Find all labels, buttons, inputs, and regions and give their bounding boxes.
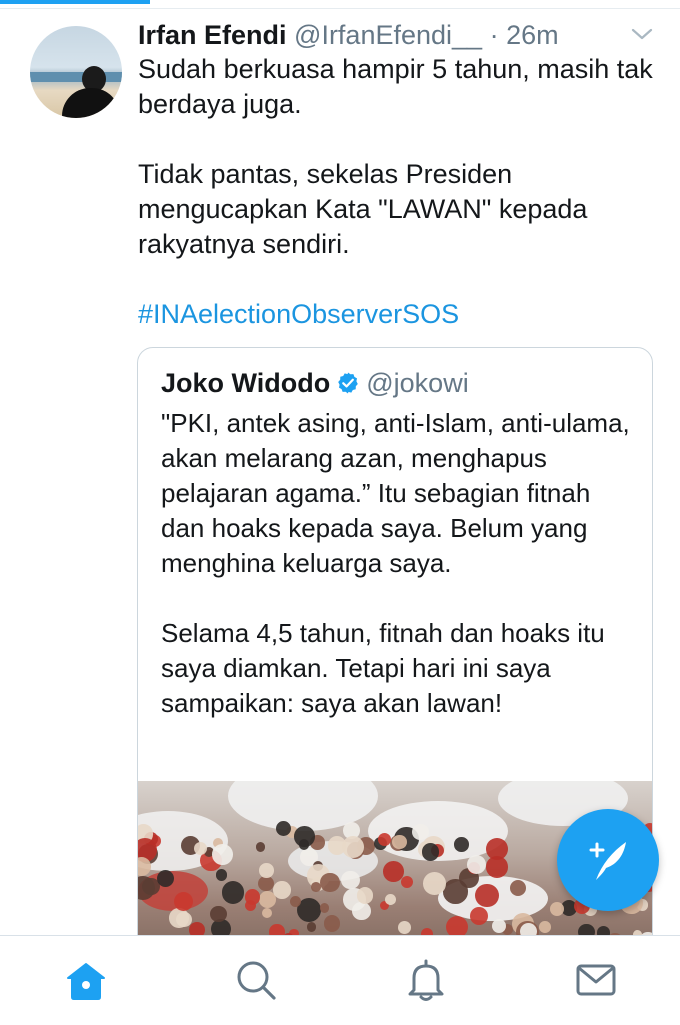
author-name[interactable]: Irfan Efendi bbox=[138, 20, 287, 50]
timestamp[interactable]: 26m bbox=[506, 20, 559, 50]
compose-tweet-button[interactable] bbox=[557, 809, 659, 911]
compose-tweet-icon bbox=[589, 842, 626, 880]
tweet-text: Sudah berkuasa hampir 5 tahun, masih tak… bbox=[138, 52, 658, 332]
author-handle[interactable]: @IrfanEfendi__ bbox=[294, 20, 482, 50]
progress-fill bbox=[0, 0, 150, 4]
top-progress-bar bbox=[0, 0, 680, 10]
messages-icon bbox=[576, 964, 616, 996]
hashtag-link[interactable]: #INAelectionObserverSOS bbox=[138, 297, 658, 332]
tweet-text-line: Sudah berkuasa hampir 5 tahun, masih tak… bbox=[138, 54, 653, 119]
notifications-icon bbox=[408, 959, 444, 1001]
quoted-paragraph-1: "PKI, antek asing, anti-Islam, anti-ulam… bbox=[161, 408, 630, 578]
tab-notifications[interactable] bbox=[402, 956, 450, 1004]
tab-home[interactable] bbox=[62, 956, 110, 1004]
tweet-text-line: Tidak pantas, sekelas Presiden mengucapk… bbox=[138, 159, 588, 259]
avatar[interactable] bbox=[30, 26, 122, 118]
tweet[interactable]: Irfan Efendi @IrfanEfendi__ · 26m Sudah … bbox=[0, 10, 680, 935]
chevron-down-icon[interactable] bbox=[630, 26, 654, 42]
quoted-author-name: Joko Widodo bbox=[161, 368, 331, 398]
home-icon bbox=[67, 963, 105, 1000]
tab-messages[interactable] bbox=[572, 956, 620, 1004]
separator: · bbox=[489, 20, 499, 50]
verified-badge-icon bbox=[338, 372, 359, 394]
bottom-tab-bar bbox=[0, 935, 680, 1025]
quoted-author-handle: @jokowi bbox=[366, 368, 469, 398]
quoted-tweet-text: "PKI, antek asing, anti-Islam, anti-ulam… bbox=[161, 406, 631, 721]
search-icon bbox=[237, 961, 276, 1000]
divider bbox=[0, 8, 680, 9]
tweet-header: Irfan Efendi @IrfanEfendi__ · 26m bbox=[138, 18, 638, 52]
quoted-paragraph-2: Selama 4,5 tahun, fitnah dan hoaks itu s… bbox=[161, 618, 605, 718]
tab-search[interactable] bbox=[232, 956, 280, 1004]
quoted-tweet-header: Joko Widodo @jokowi bbox=[161, 366, 469, 400]
